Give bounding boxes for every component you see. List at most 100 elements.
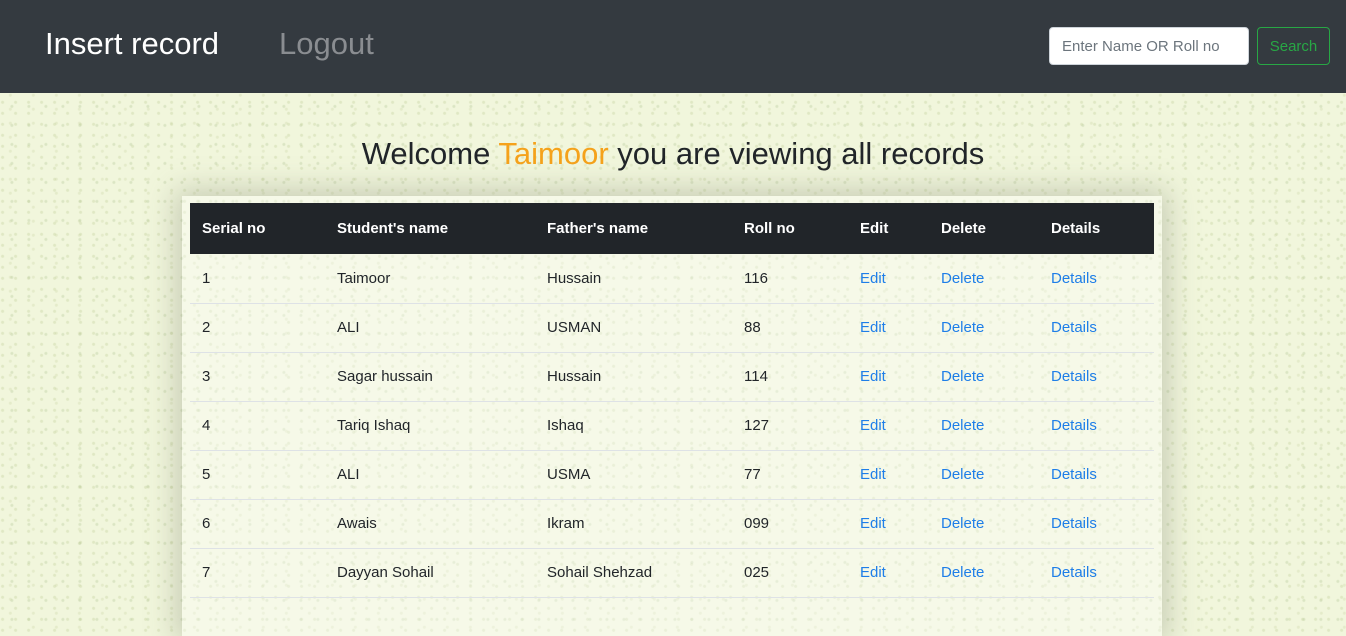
delete-link[interactable]: Delete [941, 368, 984, 385]
table-cell: Edit [848, 352, 929, 402]
table-cell: Hussain [535, 254, 732, 304]
table-cell: Tariq Ishaq [325, 401, 535, 451]
details-link[interactable]: Details [1051, 515, 1097, 532]
edit-link[interactable]: Edit [860, 368, 886, 385]
table-cell: Delete [929, 548, 1039, 598]
table-row: 4 Tariq Ishaq Ishaq 127 Edit Delete Details [190, 401, 1154, 451]
cell-serial-no: 2 [202, 319, 211, 336]
table-cell: Edit [848, 303, 929, 353]
edit-link[interactable]: Edit [860, 319, 886, 336]
delete-link[interactable]: Delete [941, 270, 984, 287]
delete-link[interactable]: Delete [941, 417, 984, 434]
table-row: 1 Taimoor Hussain 116 Edit Delete Details [190, 254, 1154, 304]
cell-roll-no: 114 [744, 368, 768, 385]
table-cell: Details [1039, 254, 1154, 304]
table-cell: 116 [732, 254, 848, 304]
cell-roll-no: 127 [744, 417, 770, 434]
welcome-prefix: Welcome [361, 136, 491, 171]
edit-link[interactable]: Edit [860, 270, 886, 287]
delete-link[interactable]: Delete [941, 319, 984, 336]
insert-record-link[interactable]: Insert record [45, 24, 219, 64]
edit-link[interactable]: Edit [860, 564, 886, 581]
cell-roll-no: 116 [744, 269, 768, 287]
table-row: 7 Dayyan Sohail Sohail Shehzad 025 Edit Delet… [190, 548, 1154, 598]
details-link[interactable]: Details [1051, 466, 1097, 483]
cell-father-name: Hussain [547, 368, 602, 385]
table-cell: Awais [325, 499, 535, 549]
cell-father-name: USMA [547, 466, 591, 483]
cell-father-name: USMAN [547, 319, 602, 336]
details-link[interactable]: Details [1051, 368, 1097, 385]
cell-father-name: Sohail Shehzad [547, 564, 653, 581]
table-cell: ALI [325, 303, 535, 353]
table-cell: 099 [732, 499, 848, 549]
edit-link[interactable]: Edit [860, 466, 886, 483]
cell-father-name: Ikram [547, 515, 585, 532]
details-link[interactable]: Details [1051, 417, 1097, 434]
cell-student-name: ALI [337, 319, 360, 336]
table-row: 3 Sagar hussain Hussain 114 Edit Delete Detail… [190, 352, 1154, 402]
table-cell: Taimoor [325, 254, 535, 304]
table-cell: Delete [929, 450, 1039, 500]
cell-serial-no: 3 [202, 368, 211, 385]
table-cell: Delete [929, 499, 1039, 549]
details-link[interactable]: Details [1051, 319, 1097, 336]
table-cell: 4 [190, 401, 325, 451]
cell-student-name: Tariq Ishaq [337, 417, 411, 434]
table-cell: ALI [325, 450, 535, 500]
table-cell: 2 [190, 303, 325, 353]
header-father-name: Father's name [535, 203, 732, 254]
cell-father-name: Hussain [547, 269, 602, 287]
table-cell: Delete [929, 254, 1039, 304]
table-cell: Hussain [535, 352, 732, 402]
table-cell: Sagar hussain [325, 352, 535, 402]
table-cell: 1 [190, 254, 325, 304]
table-cell: Edit [848, 499, 929, 549]
table-cell: Details [1039, 401, 1154, 451]
table-cell: Dayyan Sohail [325, 548, 535, 598]
table-cell: Details [1039, 450, 1154, 500]
table-cell: 88 [732, 303, 848, 353]
table-cell: Edit [848, 548, 929, 598]
table-cell: Sohail Shehzad [535, 548, 732, 598]
search-button[interactable]: Search [1257, 27, 1330, 65]
table-cell: 025 [732, 548, 848, 598]
cell-father-name: Ishaq [547, 417, 584, 434]
cell-student-name: Awais [337, 515, 377, 532]
cell-student-name: Sagar hussain [337, 368, 433, 385]
table-cell: Edit [848, 450, 929, 500]
table-cell: 6 [190, 499, 325, 549]
delete-link[interactable]: Delete [941, 515, 984, 532]
records-table-body: 1 Taimoor Hussain 116 Edit Delete Details 2 ALI U… [190, 254, 1154, 598]
table-cell: 114 [732, 352, 848, 402]
details-link[interactable]: Details [1051, 270, 1097, 287]
table-cell: Details [1039, 548, 1154, 598]
table-row: 6 Awais Ikram 099 Edit Delete Details [190, 499, 1154, 549]
table-cell: Ishaq [535, 401, 732, 451]
table-cell: 5 [190, 450, 325, 500]
search-input[interactable] [1049, 27, 1249, 65]
table-header-row: Serial no Student's name Father's name R… [190, 203, 1154, 254]
welcome-username: Taimoor [498, 136, 609, 171]
table-cell: Edit [848, 254, 929, 304]
edit-link[interactable]: Edit [860, 417, 886, 434]
logout-link[interactable]: Logout [279, 24, 374, 64]
records-table: Serial no Student's name Father's name R… [190, 203, 1154, 598]
cell-roll-no: 099 [744, 515, 770, 532]
header-delete: Delete [929, 203, 1039, 254]
cell-student-name: Taimoor [337, 269, 391, 287]
cell-serial-no: 6 [202, 515, 211, 532]
delete-link[interactable]: Delete [941, 564, 984, 581]
table-cell: Details [1039, 303, 1154, 353]
delete-link[interactable]: Delete [941, 466, 984, 483]
top-navbar: Insert record Logout Search [0, 0, 1346, 93]
details-link[interactable]: Details [1051, 564, 1097, 581]
table-row: 2 ALI USMAN 88 Edit Delete Details [190, 303, 1154, 353]
table-cell: 77 [732, 450, 848, 500]
edit-link[interactable]: Edit [860, 515, 886, 532]
table-cell: 7 [190, 548, 325, 598]
table-cell: 3 [190, 352, 325, 402]
table-cell: 127 [732, 401, 848, 451]
header-details: Details [1039, 203, 1154, 254]
header-roll-no: Roll no [732, 203, 848, 254]
